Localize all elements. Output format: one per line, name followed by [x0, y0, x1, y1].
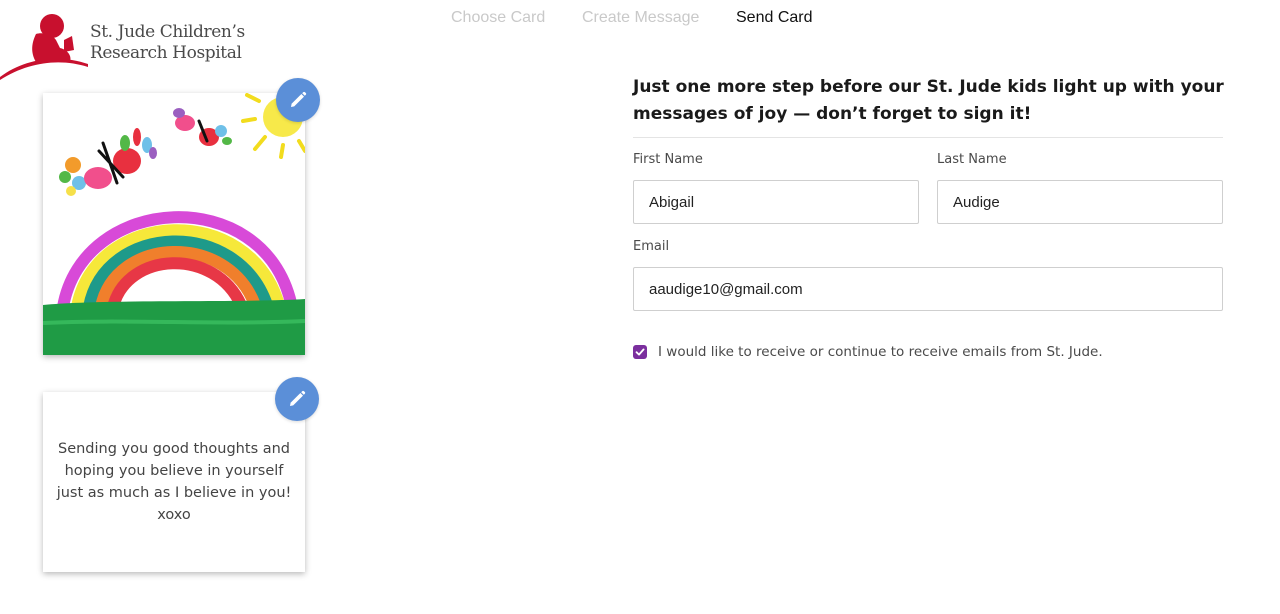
checkmark-icon — [635, 348, 645, 356]
edit-card-button[interactable] — [276, 78, 320, 122]
card-message: Sending you good thoughts and hoping you… — [43, 392, 305, 572]
email-label: Email — [633, 239, 670, 254]
pencil-icon — [291, 91, 307, 107]
step-create-message[interactable]: Create Message — [582, 9, 699, 27]
message-line-3: just as much as I believe in you! — [56, 485, 292, 501]
first-name-label: First Name — [633, 152, 703, 167]
email-optin: I would like to receive or continue to r… — [633, 344, 1103, 360]
first-name-input[interactable] — [633, 180, 919, 224]
email-optin-checkbox[interactable] — [633, 345, 647, 359]
form-heading: Just one more step before our St. Jude k… — [633, 74, 1224, 138]
last-name-input[interactable] — [937, 180, 1223, 224]
card-artwork — [43, 93, 305, 355]
logo-line-2: Research Hospital — [90, 43, 242, 63]
pencil-icon — [290, 390, 306, 406]
form-heading-line-1: Just one more step before our St. Jude k… — [633, 77, 1224, 97]
step-send-card[interactable]: Send Card — [736, 9, 813, 27]
sign-card-form: Just one more step before our St. Jude k… — [633, 74, 1224, 360]
step-navigation: Choose Card Create Message Send Card — [0, 9, 1280, 31]
message-line-2: hoping you believe in yourself — [64, 463, 284, 479]
card-message-text: Sending you good thoughts and hoping you… — [57, 438, 292, 526]
email-optin-label[interactable]: I would like to receive or continue to r… — [658, 344, 1103, 360]
step-choose-card[interactable]: Choose Card — [451, 9, 545, 27]
edit-message-button[interactable] — [275, 377, 319, 421]
message-line-1: Sending you good thoughts and — [57, 441, 291, 457]
email-input[interactable] — [633, 267, 1223, 311]
grass-drawing — [43, 299, 305, 355]
last-name-label: Last Name — [937, 152, 1007, 167]
message-line-4: xoxo — [157, 507, 191, 523]
form-heading-line-2: messages of joy — don’t forget to sign i… — [633, 104, 1032, 124]
rainbow-drawing-image — [43, 93, 305, 355]
